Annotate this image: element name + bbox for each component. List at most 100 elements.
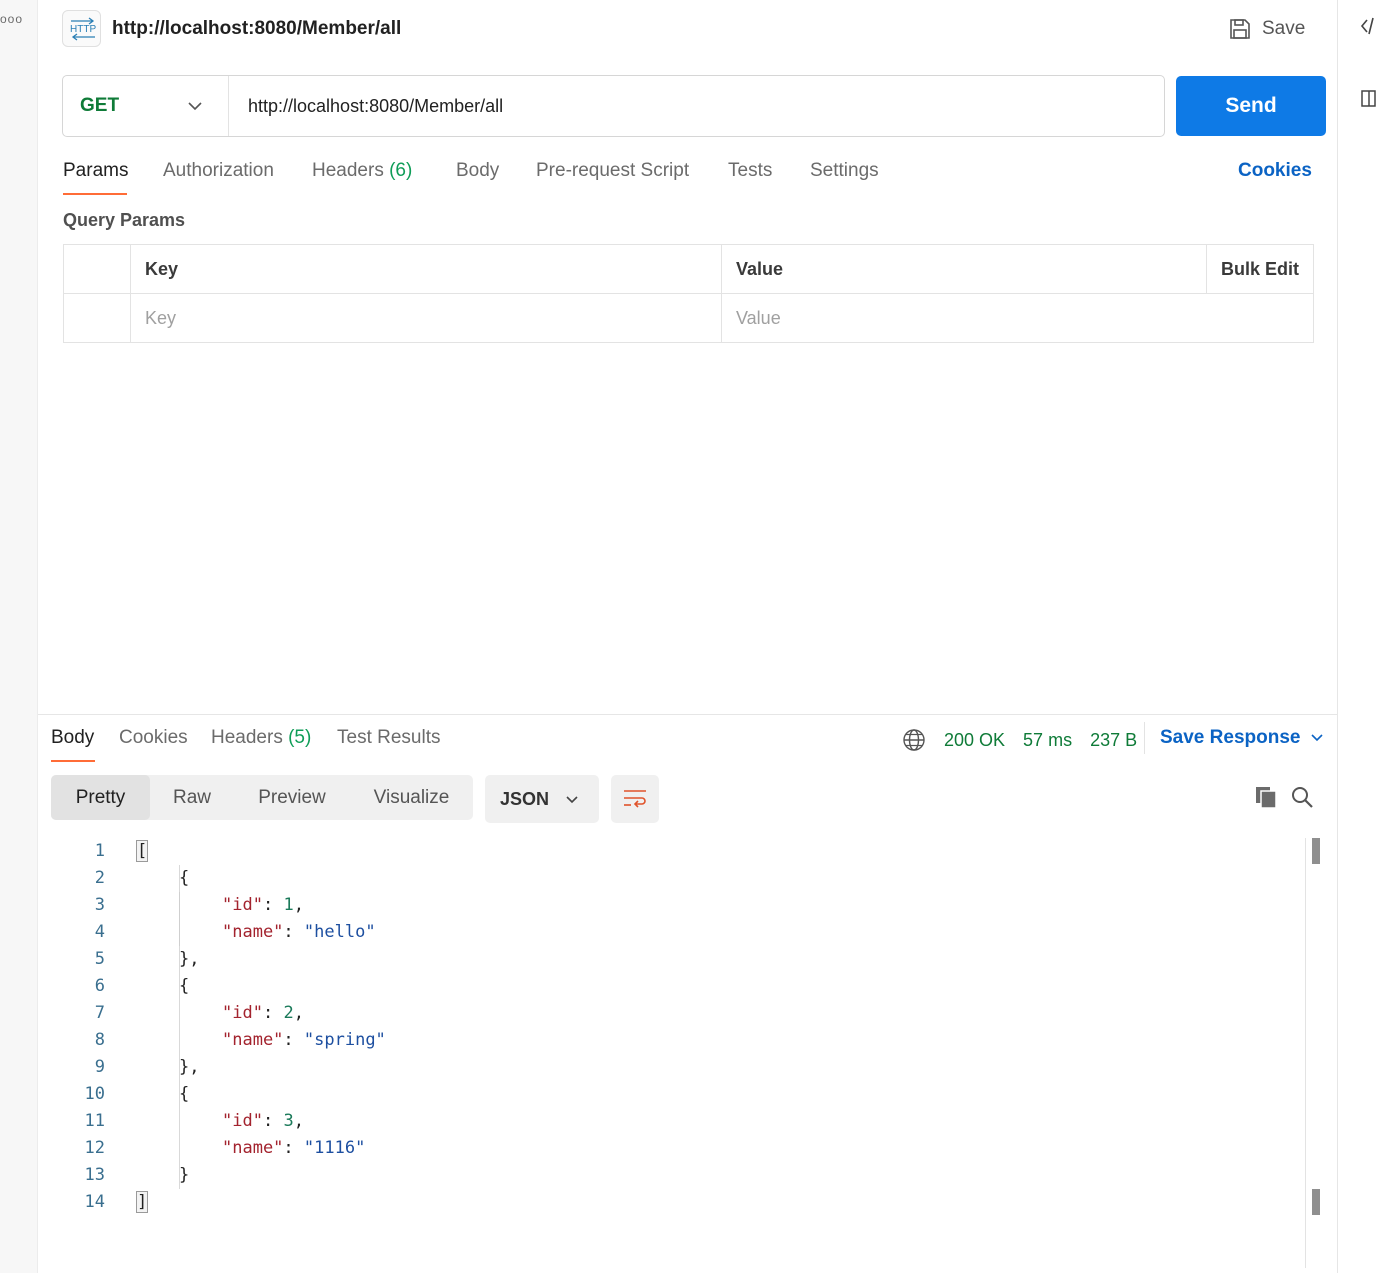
- method-select[interactable]: GET: [63, 76, 229, 136]
- format-select[interactable]: JSON: [485, 775, 599, 823]
- tab-authorization[interactable]: Authorization: [163, 160, 274, 182]
- globe-icon[interactable]: [902, 728, 926, 752]
- format-label: JSON: [500, 788, 550, 809]
- query-params-title: Query Params: [63, 210, 186, 230]
- more-options-icon[interactable]: ooo: [0, 12, 23, 26]
- json-number: 2: [283, 1003, 294, 1023]
- request-tabs: Params Authorization Headers (6) Body Pr…: [63, 160, 1313, 196]
- view-pretty-button[interactable]: Pretty: [51, 775, 150, 820]
- tab-tests[interactable]: Tests: [728, 160, 772, 182]
- response-tab-headers-label: Headers: [211, 727, 283, 748]
- code-line: 4 "name": "hello": [51, 919, 1301, 946]
- save-response-label: Save Response: [1160, 727, 1301, 748]
- code-line: 14]: [51, 1189, 1301, 1216]
- code-line: 5},: [51, 946, 1301, 973]
- line-number: 7: [94, 1003, 105, 1023]
- close-brace: },: [179, 949, 200, 969]
- close-bracket: ]: [135, 1191, 149, 1213]
- json-colon: :: [283, 922, 304, 942]
- response-body-code[interactable]: 1[ 2{ 3 "id": 1, 4 "name": "hello" 5}, 6{ …: [51, 838, 1303, 1258]
- copy-icon[interactable]: [1254, 785, 1278, 814]
- json-colon: :: [283, 1138, 304, 1158]
- json-colon: :: [262, 895, 284, 915]
- code-line: 12 "name": "1116": [51, 1135, 1301, 1162]
- save-label: Save: [1262, 18, 1306, 39]
- code-scrollbar-track[interactable]: [1305, 838, 1306, 1268]
- view-visualize-button[interactable]: Visualize: [350, 775, 473, 820]
- tab-pre-request-script[interactable]: Pre-request Script: [536, 160, 689, 182]
- active-response-tab-indicator: [51, 760, 95, 762]
- save-button[interactable]: Save: [1228, 15, 1305, 43]
- response-tab-cookies[interactable]: Cookies: [119, 727, 188, 749]
- cookies-link[interactable]: Cookies: [1238, 160, 1312, 182]
- tab-headers-count: (6): [389, 160, 413, 181]
- left-sidebar-gutter: ooo: [0, 0, 38, 1273]
- url-input[interactable]: [248, 92, 1128, 120]
- response-tab-body[interactable]: Body: [51, 727, 94, 749]
- response-tab-test-results[interactable]: Test Results: [337, 727, 440, 749]
- code-text: {: [179, 865, 189, 892]
- json-comma: ,: [293, 1003, 304, 1023]
- chevron-down-icon: [188, 102, 202, 111]
- line-number: 8: [94, 1030, 105, 1050]
- line-number: 13: [84, 1165, 105, 1185]
- json-string: "1116": [303, 1138, 366, 1158]
- table-header-row: Key Value Bulk Edit: [64, 245, 1313, 294]
- request-header: HTTP http://localhost:8080/Member/all Sa…: [62, 10, 1322, 48]
- json-number: 3: [283, 1111, 294, 1131]
- code-text: {: [179, 1081, 189, 1108]
- json-key: "id": [222, 1003, 263, 1023]
- code-line: 8 "name": "spring": [51, 1027, 1301, 1054]
- code-line: 11 "id": 3,: [51, 1108, 1301, 1135]
- response-size[interactable]: 237 B: [1090, 730, 1137, 751]
- tab-settings[interactable]: Settings: [810, 160, 879, 182]
- search-icon[interactable]: [1290, 785, 1314, 814]
- save-response-button[interactable]: Save Response: [1160, 727, 1324, 749]
- code-text: "id": 1,: [222, 892, 304, 919]
- save-icon: [1230, 19, 1250, 39]
- json-key: "name": [222, 1030, 284, 1050]
- json-key: "name": [222, 1138, 284, 1158]
- scrollbar-thumb-top[interactable]: [1312, 838, 1320, 864]
- http-badge-text: HTTP: [70, 24, 96, 35]
- status-code[interactable]: 200 OK: [944, 730, 1005, 751]
- json-key: "id": [222, 895, 263, 915]
- json-comma: ,: [293, 1111, 304, 1131]
- code-line: 7 "id": 2,: [51, 1000, 1301, 1027]
- value-column-header: Value: [722, 245, 1207, 294]
- request-title[interactable]: http://localhost:8080/Member/all: [112, 18, 401, 40]
- right-context-rail: [1337, 0, 1378, 1273]
- tab-body[interactable]: Body: [456, 160, 499, 182]
- tab-headers[interactable]: Headers (6): [312, 160, 412, 182]
- bulk-edit-button[interactable]: Bulk Edit: [1207, 245, 1313, 294]
- documentation-icon[interactable]: [1360, 88, 1378, 110]
- code-text: "name": "spring": [222, 1027, 386, 1054]
- code-line: 1[: [51, 838, 1301, 865]
- code-line: 10 {: [51, 1081, 1301, 1108]
- code-text: },: [179, 1054, 199, 1081]
- view-raw-button[interactable]: Raw: [150, 775, 234, 820]
- code-text: "name": "1116": [222, 1135, 365, 1162]
- key-column-header: Key: [131, 245, 722, 294]
- code-snippet-icon[interactable]: [1360, 16, 1378, 38]
- view-preview-button[interactable]: Preview: [234, 775, 350, 820]
- wrap-lines-button[interactable]: [611, 775, 659, 823]
- code-text: {: [179, 973, 189, 1000]
- key-input[interactable]: [145, 308, 721, 329]
- json-colon: :: [262, 1003, 284, 1023]
- value-input[interactable]: [736, 308, 1207, 329]
- code-line: 3 "id": 1,: [51, 892, 1301, 919]
- code-text: "id": 3,: [222, 1108, 304, 1135]
- response-pane-divider[interactable]: [38, 714, 1337, 715]
- response-time[interactable]: 57 ms: [1023, 730, 1072, 751]
- json-key: "id": [222, 1111, 263, 1131]
- response-tab-headers[interactable]: Headers (5): [211, 727, 311, 749]
- url-bar: GET: [62, 75, 1165, 137]
- json-comma: ,: [293, 895, 304, 915]
- scrollbar-thumb-bottom[interactable]: [1312, 1189, 1320, 1215]
- send-button[interactable]: Send: [1176, 76, 1326, 136]
- active-tab-indicator: [63, 193, 127, 195]
- tab-headers-label: Headers: [312, 160, 384, 181]
- code-text: }: [179, 1162, 189, 1189]
- tab-params[interactable]: Params: [63, 160, 128, 182]
